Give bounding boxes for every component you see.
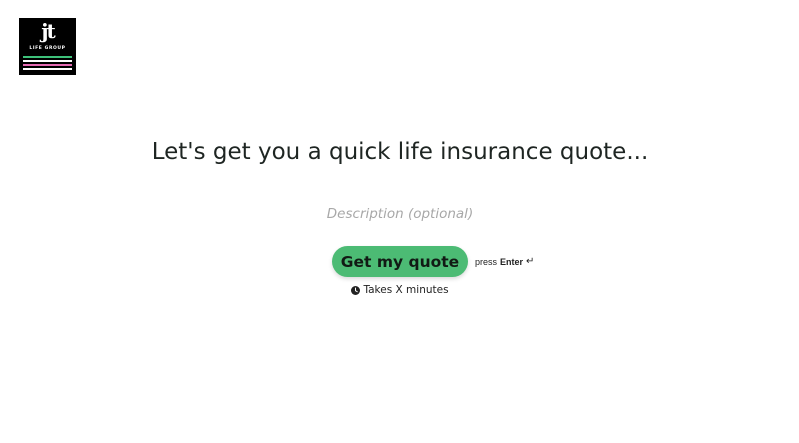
logo-stripe-white [23,60,72,62]
logo-subtitle: LIFE GROUP [29,46,66,51]
brand-logo[interactable]: jt LIFE GROUP [19,18,76,75]
logo-stripe-pink [23,64,72,66]
page-headline: Let's get you a quick life insurance quo… [151,139,649,165]
page: jt LIFE GROUP Let's get you a quick life… [0,0,799,443]
hint-key: Enter [500,256,524,267]
description-placeholder[interactable]: Description (optional) [200,206,600,222]
logo-mark: jt [41,19,55,43]
clock-icon [351,285,361,295]
logo-stripe-white-2 [23,68,72,70]
get-quote-button[interactable]: Get my quote [332,246,468,277]
logo-stripe-green [23,56,72,58]
enter-key-icon: ↵ [526,256,535,267]
cta-row: Get my quote press Enter ↵ [332,246,534,277]
hint-prefix: press [475,256,498,267]
duration-note: Takes X minutes [300,284,500,296]
enter-hint: press Enter ↵ [475,256,534,267]
duration-text: Takes X minutes [363,284,449,296]
